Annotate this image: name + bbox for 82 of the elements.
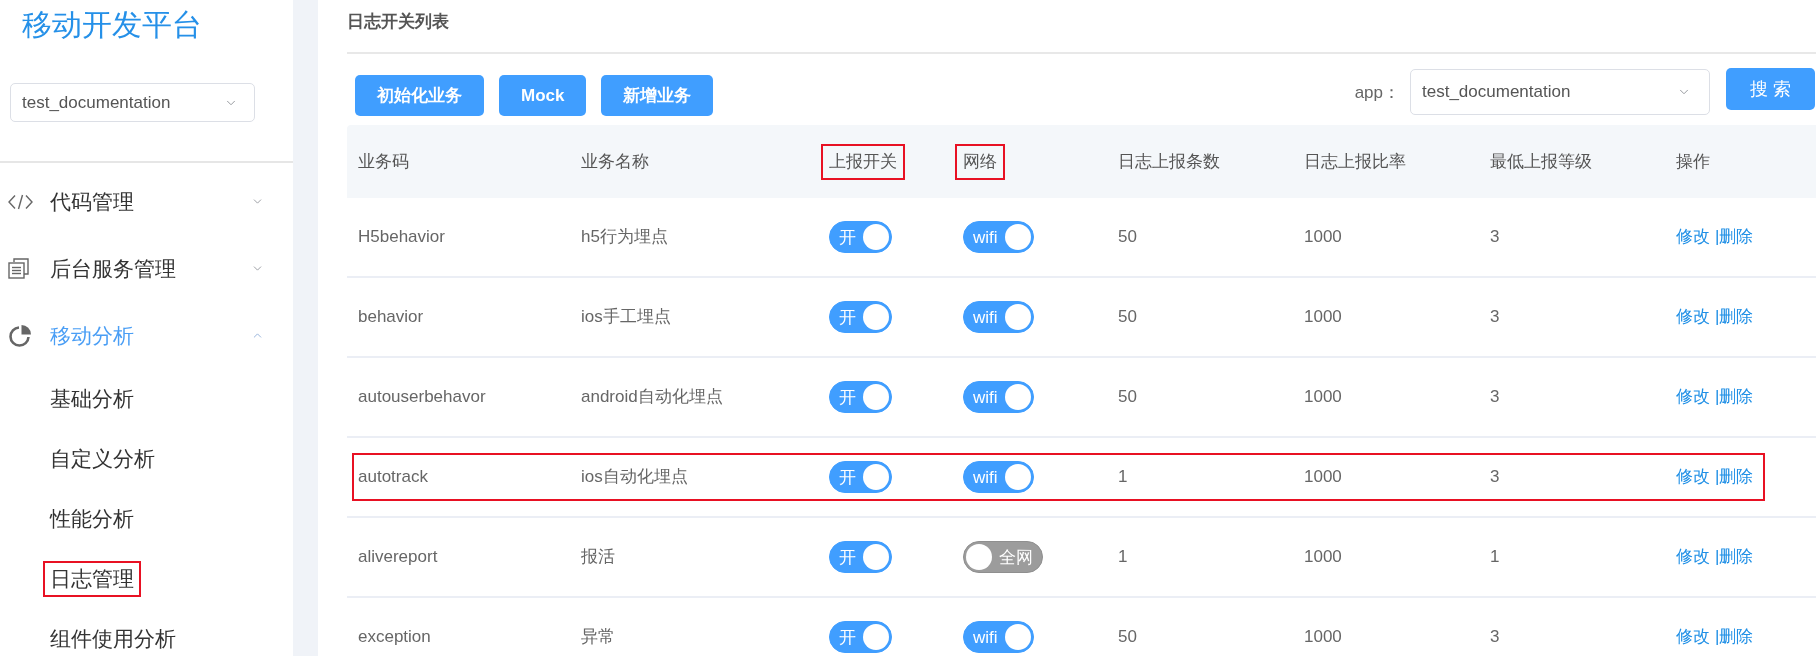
filter-label: app： [1354, 82, 1400, 104]
column-header: 上报开关 [821, 143, 905, 180]
toggle-switch[interactable]: 开 [829, 381, 892, 413]
table-cell-text: android自动化埋点 [581, 386, 723, 409]
table-cell-text: 1000 [1304, 626, 1342, 649]
column-header: 业务码 [357, 150, 410, 173]
delete-link[interactable]: |删除 [1715, 464, 1754, 490]
table-cell-text: h5行为埋点 [581, 226, 668, 249]
action-button[interactable]: 初始化业务 [355, 75, 484, 116]
table-cell-text: exception [358, 626, 431, 649]
table-cell-text: 报活 [581, 546, 615, 569]
toggle-switch[interactable]: 开 [829, 301, 892, 333]
toggle-switch[interactable]: 全网 [963, 541, 1043, 573]
delete-link[interactable]: |删除 [1715, 384, 1754, 410]
delete-link[interactable]: |删除 [1715, 544, 1754, 570]
column-header: 日志上报条数 [1117, 150, 1221, 173]
column-header: 操作 [1675, 150, 1711, 173]
app-select[interactable]: test_documentation [1410, 69, 1710, 115]
table-cell-text: 1 [1118, 466, 1128, 489]
action-button[interactable]: Mock [499, 75, 587, 116]
table-cell-text: 50 [1118, 306, 1137, 329]
table-cell-text: 1000 [1304, 306, 1342, 329]
menu-group[interactable]: 后台服务管理 [50, 256, 176, 280]
menu-group[interactable]: 移动分析 [50, 323, 134, 347]
table-cell-text: 1000 [1304, 546, 1342, 569]
table-cell-text: ios自动化埋点 [581, 466, 688, 489]
documents-icon [8, 258, 29, 279]
table-cell-text: 50 [1118, 226, 1137, 249]
toggle-switch[interactable]: wifi [963, 301, 1034, 333]
pie-chart-icon [8, 323, 32, 348]
edit-link[interactable]: 修改 [1676, 464, 1710, 490]
toggle-switch[interactable]: wifi [963, 221, 1034, 253]
table-cell-text: 50 [1118, 626, 1137, 649]
toggle-switch[interactable]: wifi [963, 621, 1034, 653]
app-select[interactable]: test_documentation [10, 83, 255, 122]
menu-item[interactable]: 性能分析 [43, 501, 141, 537]
menu-item[interactable]: 自定义分析 [43, 441, 162, 477]
table-cell-text: 3 [1490, 386, 1500, 409]
table-cell-text: 1 [1490, 546, 1500, 569]
edit-link[interactable]: 修改 [1676, 304, 1710, 330]
column-header: 日志上报比率 [1303, 150, 1407, 173]
toggle-switch[interactable]: 开 [829, 221, 892, 253]
edit-link[interactable]: 修改 [1676, 224, 1710, 250]
action-button[interactable]: 新增业务 [601, 75, 714, 116]
table-cell-text: 1000 [1304, 226, 1342, 249]
edit-link[interactable]: 修改 [1676, 624, 1710, 650]
table-cell-text: 3 [1490, 626, 1500, 649]
column-header: 业务名称 [580, 150, 650, 173]
toggle-switch[interactable]: 开 [829, 541, 892, 573]
delete-link[interactable]: |删除 [1715, 224, 1754, 250]
table-cell-text: alivereport [358, 546, 438, 569]
table-cell-text: 1000 [1304, 386, 1342, 409]
toggle-switch[interactable]: wifi [963, 381, 1034, 413]
table-cell-text: 1000 [1304, 466, 1342, 489]
code-icon [8, 193, 33, 210]
table-cell-text: 3 [1490, 306, 1500, 329]
table-cell-text: 3 [1490, 466, 1500, 489]
table-cell-text: H5behavior [358, 226, 445, 249]
column-header: 网络 [955, 143, 1005, 180]
menu-item[interactable]: 日志管理 [43, 561, 141, 597]
table-cell-text: 50 [1118, 386, 1137, 409]
delete-link[interactable]: |删除 [1715, 624, 1754, 650]
table-cell-text: ios手工埋点 [581, 306, 671, 329]
column-header: 最低上报等级 [1489, 150, 1593, 173]
edit-link[interactable]: 修改 [1676, 384, 1710, 410]
app-title: 移动开发平台 [22, 8, 202, 41]
toggle-switch[interactable]: 开 [829, 461, 892, 493]
toggle-switch[interactable]: wifi [963, 461, 1034, 493]
table-cell-text: autotrack [358, 466, 428, 489]
table-cell-text: 3 [1490, 226, 1500, 249]
table-cell-text: behavior [358, 306, 424, 329]
menu-item[interactable]: 组件使用分析 [43, 621, 183, 656]
table-cell-text: 异常 [581, 626, 615, 649]
section-title: 日志开关列表 [347, 12, 449, 31]
menu-item[interactable]: 基础分析 [43, 381, 141, 417]
toggle-switch[interactable]: 开 [829, 621, 892, 653]
edit-link[interactable]: 修改 [1676, 544, 1710, 570]
table-cell-text: autouserbehavor [358, 386, 486, 409]
table-cell-text: 1 [1118, 546, 1128, 569]
menu-group[interactable]: 代码管理 [50, 189, 134, 213]
delete-link[interactable]: |删除 [1715, 304, 1754, 330]
search-button[interactable]: 搜 索 [1726, 68, 1815, 110]
